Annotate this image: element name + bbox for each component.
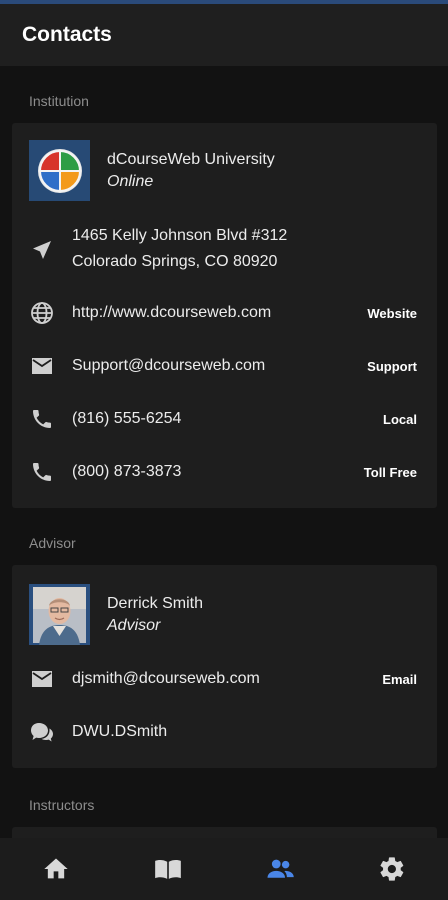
mail-icon [30,354,54,378]
book-icon [155,860,181,879]
institution-subtitle: Online [107,172,154,190]
website-url[interactable]: http://www.dcourseweb.com [72,300,271,326]
advisor-email[interactable]: djsmith@dcourseweb.com [72,666,260,692]
address-row[interactable]: 1465 Kelly Johnson Blvd #312 Colorado Sp… [12,223,437,277]
section-label-instructors: Instructors [29,797,95,813]
address-line-2: Colorado Springs, CO 80920 [72,253,278,270]
institution-card: dCourseWeb University Online 1465 Kelly … [12,123,437,508]
local-call-button[interactable]: Local [383,412,417,427]
settings-icon [380,857,404,881]
advisor-name: Derrick Smith [107,594,204,612]
advisor-role: Advisor [107,616,161,634]
section-label-institution: Institution [29,93,89,109]
institution-logo [29,140,90,201]
app-bar: Contacts [0,4,448,66]
globe-icon [30,301,54,325]
address-line-1: 1465 Kelly Johnson Blvd #312 [72,227,288,244]
support-button[interactable]: Support [367,359,417,374]
institution-name: dCourseWeb University [107,150,275,168]
local-phone-row[interactable]: (816) 555-6254 Local [12,404,437,434]
website-button[interactable]: Website [367,306,417,321]
local-phone-number[interactable]: (816) 555-6254 [72,406,181,432]
institution-profile: dCourseWeb University Online [29,140,275,201]
people-icon [267,859,294,878]
nav-settings[interactable] [364,841,420,897]
contacts-list[interactable]: Institution dCourseWeb University Online [0,66,448,838]
tollfree-phone-row[interactable]: (800) 873-3873 Toll Free [12,457,437,487]
section-label-advisor: Advisor [29,535,76,551]
phone-icon [30,460,54,484]
home-icon [44,858,68,879]
nav-courses[interactable] [140,841,196,897]
advisor-profile: Derrick Smith Advisor [29,584,203,645]
tollfree-phone-number[interactable]: (800) 873-3873 [72,459,181,485]
advisor-card: Derrick Smith Advisor djsmith@dcourseweb… [12,565,437,768]
bottom-navigation [0,838,448,900]
chat-bubble-icon [30,720,54,744]
support-row[interactable]: Support@dcourseweb.com Support [12,351,437,381]
advisor-photo [33,587,86,645]
instructors-card [12,827,437,838]
website-row[interactable]: http://www.dcourseweb.com Website [12,298,437,328]
advisor-chat-handle[interactable]: DWU.DSmith [72,719,167,745]
navigation-arrow-icon [30,238,54,262]
advisor-email-row[interactable]: djsmith@dcourseweb.com Email [12,664,437,694]
nav-home[interactable] [28,841,84,897]
avatar [29,584,90,645]
support-email[interactable]: Support@dcourseweb.com [72,353,265,379]
tollfree-call-button[interactable]: Toll Free [364,465,417,480]
phone-icon [30,407,54,431]
nav-contacts[interactable] [252,841,308,897]
email-button[interactable]: Email [382,672,417,687]
mail-icon [30,667,54,691]
dcourseweb-logo-icon [37,148,82,193]
page-title: Contacts [22,23,112,46]
advisor-chat-row[interactable]: DWU.DSmith [12,717,437,747]
